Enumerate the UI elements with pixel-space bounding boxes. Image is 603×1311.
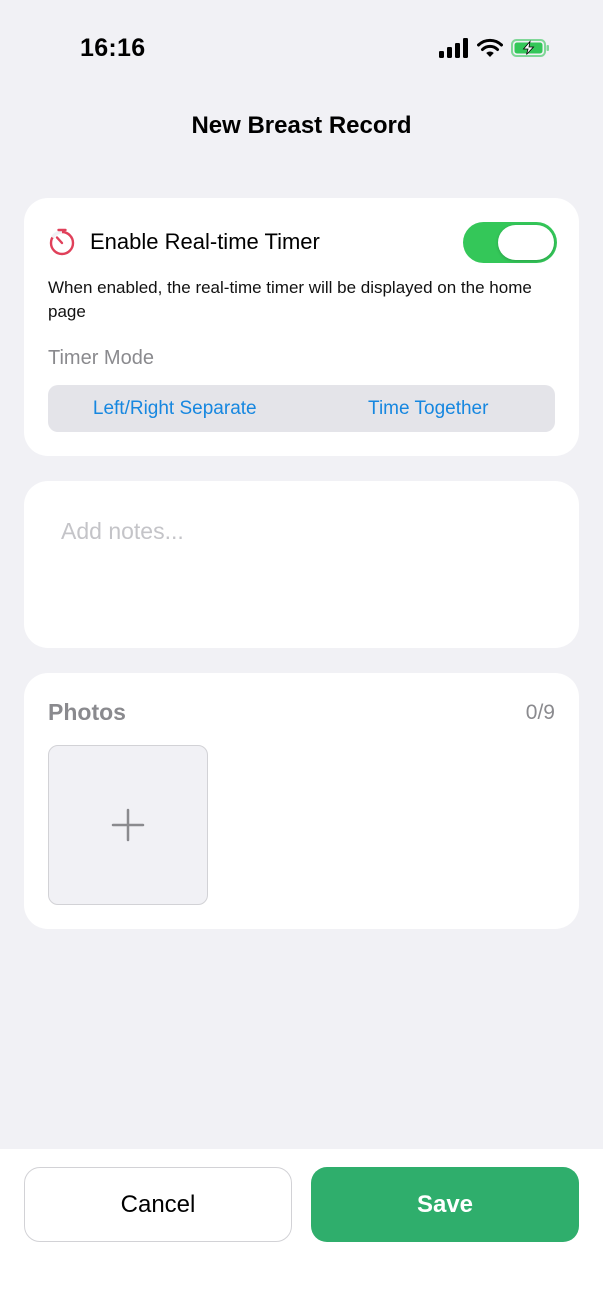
- status-time: 16:16: [80, 34, 146, 62]
- timer-description: When enabled, the real-time timer will b…: [48, 278, 532, 321]
- realtime-timer-toggle[interactable]: [463, 222, 557, 263]
- cancel-button[interactable]: Cancel: [24, 1167, 292, 1242]
- timer-mode-label: Timer Mode: [48, 347, 154, 369]
- timer-toggle-label: Enable Real-time Timer: [90, 229, 320, 254]
- page-title: New Breast Record: [191, 112, 412, 139]
- cellular-signal-icon: [439, 38, 468, 58]
- status-icons: [439, 38, 551, 58]
- mode-time-together[interactable]: Time Together: [302, 385, 556, 432]
- timer-row: Enable Real-time Timer: [48, 228, 320, 256]
- timer-icon: [49, 228, 75, 256]
- notes-field[interactable]: Add notes...: [24, 481, 579, 648]
- status-bar: 16:16: [0, 0, 603, 96]
- photos-title: Photos: [48, 699, 126, 725]
- battery-charging-icon: [511, 39, 549, 57]
- timer-card: Enable Real-time Timer When enabled, the…: [24, 198, 579, 456]
- photos-count: 0/9: [525, 701, 555, 724]
- photos-card: Photos 0/9: [24, 673, 579, 929]
- add-photo-button[interactable]: [48, 745, 208, 905]
- notes-placeholder: Add notes...: [61, 518, 184, 544]
- timer-mode-segmented-control: Left/Right Separate Time Together: [48, 385, 555, 432]
- save-button[interactable]: Save: [311, 1167, 579, 1242]
- toggle-knob: [498, 225, 554, 260]
- bottom-action-bar: Cancel Save: [0, 1149, 603, 1311]
- plus-icon: [111, 808, 145, 842]
- mode-left-right-separate[interactable]: Left/Right Separate: [48, 385, 302, 432]
- wifi-icon: [477, 38, 503, 57]
